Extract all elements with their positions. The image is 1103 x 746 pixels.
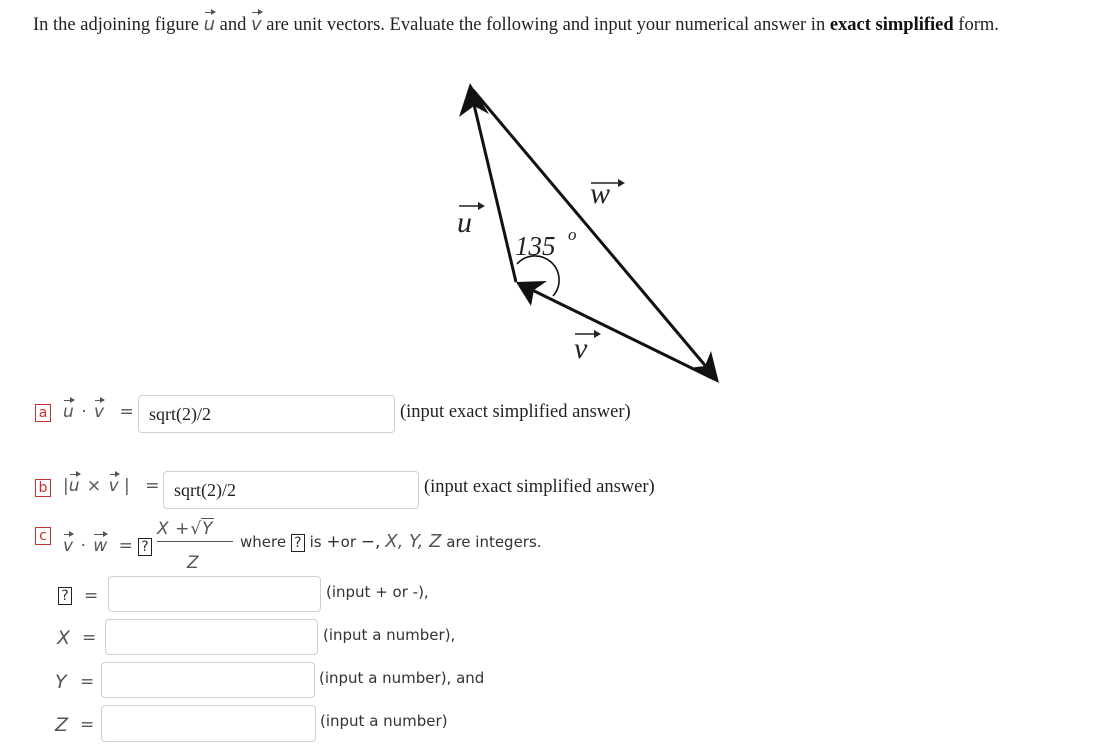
part-c-vec2: w (93, 531, 109, 556)
part-a-label: a (35, 404, 51, 422)
fraction-bar (157, 541, 233, 542)
z-row-equals: = (80, 715, 95, 735)
y-input[interactable] (101, 662, 315, 698)
part-c-is: is (309, 533, 322, 551)
numerator-y: Y (201, 518, 214, 539)
sign-row-label: ? (58, 587, 72, 605)
vector-u-line (469, 91, 518, 283)
z-input[interactable] (101, 705, 316, 742)
part-b-answer-input[interactable] (163, 471, 419, 509)
part-c-are-integers: are integers. (446, 533, 542, 551)
vector-u-arrowhead (459, 83, 489, 117)
figure-label-u-arrowtip (478, 202, 485, 210)
part-b-equals: = (145, 476, 160, 496)
part-b-label: b (35, 479, 51, 497)
z-row-hint: (input a number) (320, 712, 448, 730)
part-b-bar-right: | (124, 476, 130, 496)
vector-w-line (471, 89, 716, 377)
x-row-hint: (input a number), (323, 626, 456, 644)
y-row-hint: (input a number), and (319, 669, 485, 687)
part-c-or: or (340, 533, 357, 551)
part-b-expression: |u × v | = (63, 471, 160, 496)
figure-label-w: w (590, 177, 610, 210)
figure-label-v: v (574, 332, 588, 365)
part-c-op: · (80, 536, 86, 556)
x-row-label: X (57, 627, 71, 649)
numerator-x: X (157, 519, 169, 539)
part-b-op: × (86, 476, 102, 496)
sign-input[interactable] (108, 576, 321, 612)
part-c-vec1: v (63, 531, 75, 556)
y-row-equals: = (80, 672, 95, 692)
part-a-op: · (81, 402, 87, 422)
fraction-numerator: X +√Y (157, 518, 214, 539)
part-c-where: where (240, 533, 287, 551)
part-a-equals: = (119, 402, 134, 422)
figure-label-u: u (457, 206, 472, 239)
part-b-vec1: u (68, 471, 81, 496)
numerator-plus: + (175, 519, 190, 539)
part-c-equals: = (118, 536, 133, 556)
part-c-vars: X, Y, Z (385, 531, 442, 552)
part-a-vec2: v (94, 397, 106, 422)
part-a-hint: (input exact simplified answer) (400, 402, 631, 422)
sign-row-hint: (input + or -), (326, 583, 429, 601)
part-c-description: where ? is +or −, X, Y, Z are integers. (240, 531, 542, 552)
sign-row-equals: = (84, 586, 99, 606)
vector-w-arrowhead (689, 351, 719, 383)
vector-triangle-figure: u w v 135 o (457, 83, 719, 383)
angle-degree-symbol: o (568, 225, 577, 244)
part-b-hint: (input exact simplified answer) (424, 477, 655, 497)
y-row-label: Y (55, 671, 67, 693)
part-c-expression: v · w = (63, 531, 133, 556)
part-b-vec2: v (108, 471, 120, 496)
part-a-vec1: u (63, 397, 75, 422)
vector-v-line (523, 284, 715, 381)
sqrt-symbol: √ (190, 519, 202, 539)
part-a-answer-input[interactable] (138, 395, 395, 433)
part-c-plus: + (326, 532, 341, 552)
part-c-where-box: ? (290, 534, 305, 552)
fraction-denominator: Z (187, 553, 199, 573)
part-c-sign-box: ? (138, 538, 152, 556)
part-c-minus: −, (360, 532, 381, 552)
part-c-label: c (35, 527, 51, 545)
z-row-label: Z (55, 714, 69, 736)
part-a-expression: u · v = (63, 397, 134, 422)
figure-label-w-arrowtip (618, 179, 625, 187)
x-row-equals: = (82, 628, 97, 648)
figure-label-v-arrowtip (594, 330, 601, 338)
angle-label: 135 (515, 231, 556, 261)
x-input[interactable] (105, 619, 318, 655)
